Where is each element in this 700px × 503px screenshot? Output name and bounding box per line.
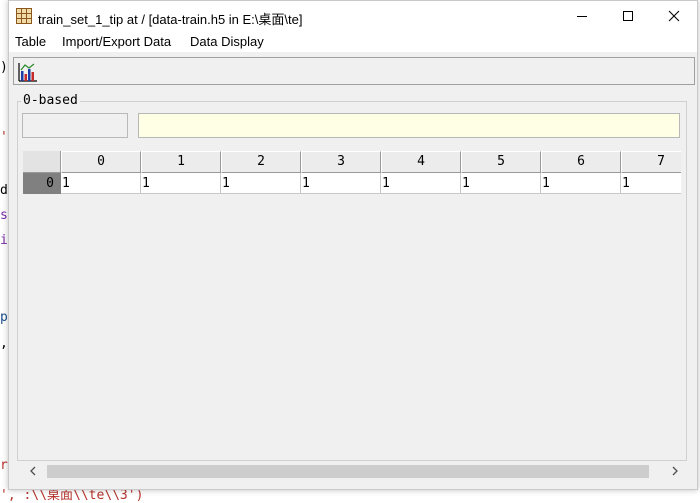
table-grid-icon: [16, 8, 32, 24]
hdf-table-window: train_set_1_tip at / [data-train.h5 in E…: [8, 0, 698, 490]
cell-index-field[interactable]: [22, 113, 128, 138]
editor-glyph: d: [0, 183, 8, 198]
menu-table[interactable]: Table: [15, 34, 46, 49]
editor-glyph: i: [0, 233, 8, 248]
chevron-left-icon: [30, 466, 36, 476]
table-corner: [23, 151, 61, 173]
maximize-button[interactable]: [605, 1, 651, 31]
menu-data-display[interactable]: Data Display: [190, 34, 264, 49]
toolbar: [13, 57, 695, 85]
close-icon: [668, 10, 680, 22]
chevron-right-icon: [672, 466, 678, 476]
column-header[interactable]: 5: [461, 151, 541, 173]
close-button[interactable]: [651, 1, 697, 31]
maximize-icon: [623, 11, 633, 21]
minimize-icon: [577, 16, 587, 17]
editor-glyph: s: [0, 208, 8, 223]
index-base-label: 0-based: [21, 93, 80, 108]
editor-glyph: ,: [0, 336, 8, 351]
table-cell[interactable]: 1: [61, 173, 141, 194]
column-header[interactable]: 0: [61, 151, 141, 173]
scroll-right-button[interactable]: [665, 461, 685, 481]
editor-glyph: r: [0, 458, 8, 473]
column-header[interactable]: 2: [221, 151, 301, 173]
table-cell[interactable]: 1: [621, 173, 681, 194]
table-cell[interactable]: 1: [301, 173, 381, 194]
scrollbar-thumb[interactable]: [47, 465, 649, 478]
bar-chart-icon: [18, 63, 37, 82]
menu-bar: Table Import/Export Data Data Display: [9, 31, 697, 52]
column-header[interactable]: 7: [621, 151, 681, 173]
horizontal-scrollbar[interactable]: [23, 461, 695, 481]
column-header[interactable]: 4: [381, 151, 461, 173]
title-bar[interactable]: train_set_1_tip at / [data-train.h5 in E…: [9, 1, 697, 31]
table-cell[interactable]: 1: [461, 173, 541, 194]
data-table: 0 1 2 3 4 5 6 7 0 1 1 1 1 1 1 1 1: [23, 151, 681, 195]
editor-glyph: ': [0, 130, 8, 145]
row-header[interactable]: 0: [23, 173, 61, 194]
editor-glyph: p: [0, 310, 8, 325]
window-title: train_set_1_tip at / [data-train.h5 in E…: [38, 12, 303, 27]
table-cell[interactable]: 1: [381, 173, 461, 194]
menu-import-export-data[interactable]: Import/Export Data: [62, 34, 171, 49]
table-cell[interactable]: 1: [541, 173, 621, 194]
scroll-left-button[interactable]: [23, 461, 43, 481]
minimize-button[interactable]: [559, 1, 605, 31]
table-cell[interactable]: 1: [221, 173, 301, 194]
cell-value-field[interactable]: [138, 113, 680, 138]
column-header[interactable]: 6: [541, 151, 621, 173]
editor-glyph: ): [0, 60, 8, 75]
table-cell[interactable]: 1: [141, 173, 221, 194]
column-header[interactable]: 3: [301, 151, 381, 173]
chart-button[interactable]: [17, 61, 39, 83]
column-header[interactable]: 1: [141, 151, 221, 173]
